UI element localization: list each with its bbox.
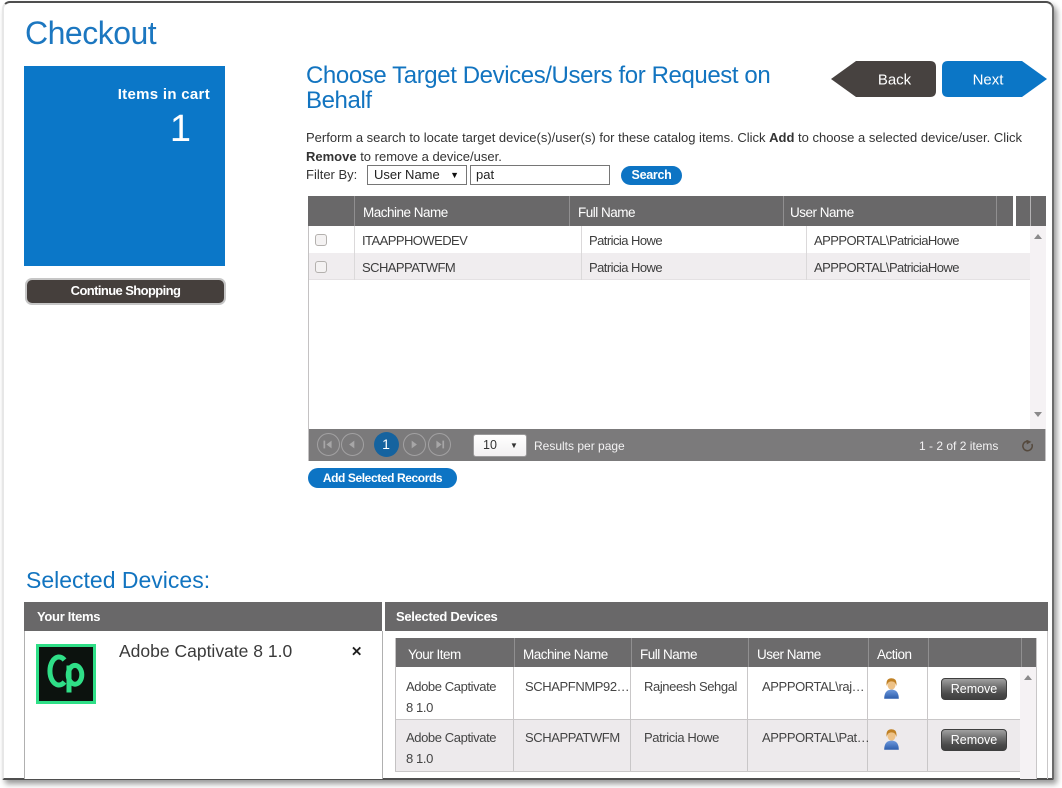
svg-text:Back: Back <box>878 72 912 89</box>
svg-text:Next: Next <box>973 72 1005 89</box>
